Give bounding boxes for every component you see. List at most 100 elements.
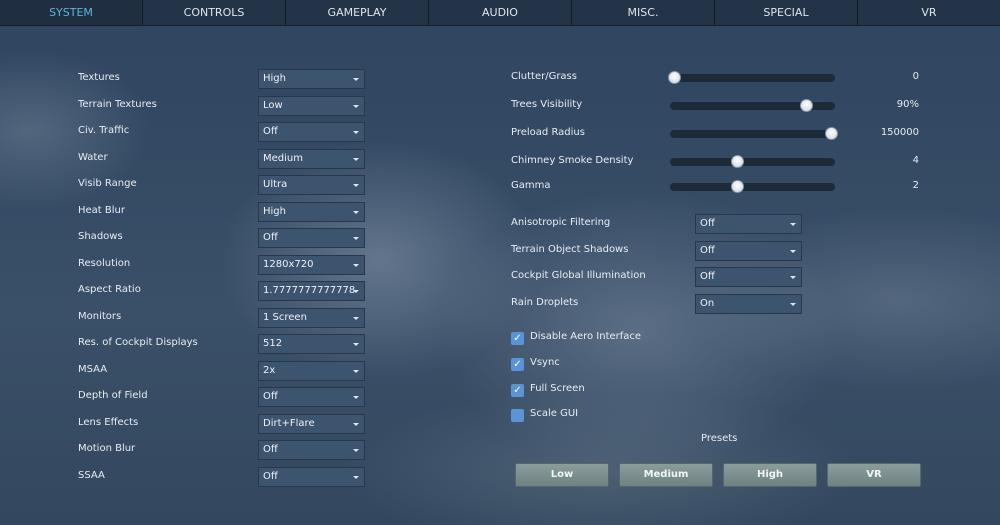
slider-track[interactable]: [670, 99, 835, 112]
slider-track[interactable]: [670, 127, 838, 140]
slider-label: Gamma: [511, 180, 551, 191]
option-label: Water: [78, 151, 108, 163]
slider-track[interactable]: [670, 155, 835, 168]
checkbox-label: Disable Aero Interface: [530, 331, 642, 342]
chevron-down-icon: [353, 422, 359, 426]
option-select[interactable]: On: [695, 294, 802, 314]
checkbox[interactable]: ✓: [511, 358, 524, 371]
select-value: 2x: [263, 364, 276, 376]
option-select[interactable]: Off: [258, 387, 365, 408]
checkbox[interactable]: ✓: [511, 332, 524, 345]
tab-audio[interactable]: AUDIO: [428, 0, 571, 25]
option-select[interactable]: Low: [258, 95, 365, 116]
option-label: Res. of Cockpit Displays: [78, 337, 198, 349]
select-value: 1 Screen: [263, 311, 307, 323]
checkbox-label: Full Screen: [530, 383, 585, 394]
presets-title: Presets: [701, 433, 738, 444]
tab-vr[interactable]: VR: [857, 0, 1000, 25]
tab-misc[interactable]: MISC.: [571, 0, 714, 25]
option-label: Civ. Traffic: [78, 125, 130, 137]
chevron-down-icon: [790, 223, 796, 226]
select-value: 1.7777777777778: [263, 285, 356, 297]
option-select[interactable]: Medium: [258, 148, 365, 169]
select-value: Dirt+Flare: [263, 417, 315, 429]
preset-high-button[interactable]: High: [723, 463, 817, 487]
slider-label: Chimney Smoke Density: [511, 155, 634, 166]
option-select[interactable]: Off: [695, 214, 802, 234]
preset-low-button[interactable]: Low: [515, 463, 609, 487]
checkbox-label: Vsync: [530, 357, 560, 368]
select-value: Medium: [263, 152, 303, 164]
chevron-down-icon: [353, 104, 359, 108]
preset-medium-button[interactable]: Medium: [619, 463, 713, 487]
chevron-down-icon: [353, 343, 359, 347]
option-select[interactable]: 1 Screen: [258, 307, 365, 328]
select-value: Off: [700, 218, 715, 229]
option-select[interactable]: Off: [258, 440, 365, 461]
option-select[interactable]: High: [258, 201, 365, 222]
slider-handle[interactable]: [825, 127, 838, 140]
chevron-down-icon: [353, 449, 359, 453]
select-value: Ultra: [263, 179, 288, 191]
checkbox[interactable]: ✓: [511, 384, 524, 397]
checkbox[interactable]: [511, 409, 524, 422]
select-value: Off: [263, 470, 278, 482]
option-select[interactable]: Off: [695, 241, 802, 261]
option-select[interactable]: High: [258, 69, 365, 89]
option-label: Cockpit Global Illumination: [511, 270, 646, 281]
option-select[interactable]: Off: [258, 228, 365, 249]
slider-handle[interactable]: [668, 71, 681, 84]
slider-label: Clutter/Grass: [511, 71, 577, 82]
tab-controls[interactable]: CONTROLS: [142, 0, 285, 25]
select-value: Off: [700, 245, 715, 256]
option-label: Heat Blur: [78, 204, 125, 216]
option-select[interactable]: 512: [258, 334, 365, 355]
checkbox-label: Scale GUI: [530, 408, 579, 419]
option-label: Resolution: [78, 257, 131, 269]
option-label: Terrain Textures: [78, 98, 157, 110]
chevron-down-icon: [353, 290, 359, 294]
option-select[interactable]: Dirt+Flare: [258, 413, 365, 434]
option-select[interactable]: 2x: [258, 360, 365, 381]
preset-vr-button[interactable]: VR: [827, 463, 921, 487]
option-label: Aspect Ratio: [78, 284, 141, 296]
chevron-down-icon: [353, 475, 359, 479]
chevron-down-icon: [353, 157, 359, 161]
option-label: Motion Blur: [78, 443, 136, 455]
slider-track[interactable]: [670, 180, 835, 193]
option-select[interactable]: Off: [695, 267, 802, 287]
slider-handle[interactable]: [730, 180, 744, 193]
tab-gameplay[interactable]: GAMEPLAY: [285, 0, 428, 25]
slider-handle[interactable]: [730, 155, 744, 168]
option-select[interactable]: 1280x720: [258, 254, 365, 275]
option-select[interactable]: Off: [258, 466, 365, 487]
slider-handle[interactable]: [799, 99, 813, 112]
slider-track[interactable]: [668, 71, 835, 84]
select-value: Low: [263, 99, 283, 111]
chevron-down-icon: [353, 316, 359, 320]
option-label: Anisotropic Filtering: [511, 217, 611, 228]
chevron-down-icon: [353, 263, 359, 267]
select-value: Off: [700, 271, 715, 282]
select-value: 512: [263, 338, 283, 350]
option-label: Lens Effects: [78, 416, 139, 428]
select-value: Off: [263, 391, 278, 403]
select-value: High: [263, 205, 286, 217]
option-label: Terrain Object Shadows: [511, 244, 629, 255]
chevron-down-icon: [353, 210, 359, 214]
select-value: High: [263, 73, 286, 84]
chevron-down-icon: [790, 250, 796, 253]
slider-value: 4: [912, 155, 919, 166]
tab-system[interactable]: SYSTEM: [0, 0, 142, 25]
select-value: On: [700, 298, 715, 309]
option-label: Textures: [78, 72, 120, 83]
chevron-down-icon: [353, 131, 359, 135]
slider-value: 90%: [896, 99, 919, 110]
slider-value: 150000: [880, 127, 919, 138]
option-select[interactable]: Ultra: [258, 175, 365, 196]
chevron-down-icon: [353, 184, 359, 188]
option-select[interactable]: Off: [258, 122, 365, 143]
option-select[interactable]: 1.7777777777778: [258, 281, 365, 302]
tab-special[interactable]: SPECIAL: [714, 0, 857, 25]
select-value: Off: [263, 232, 278, 244]
